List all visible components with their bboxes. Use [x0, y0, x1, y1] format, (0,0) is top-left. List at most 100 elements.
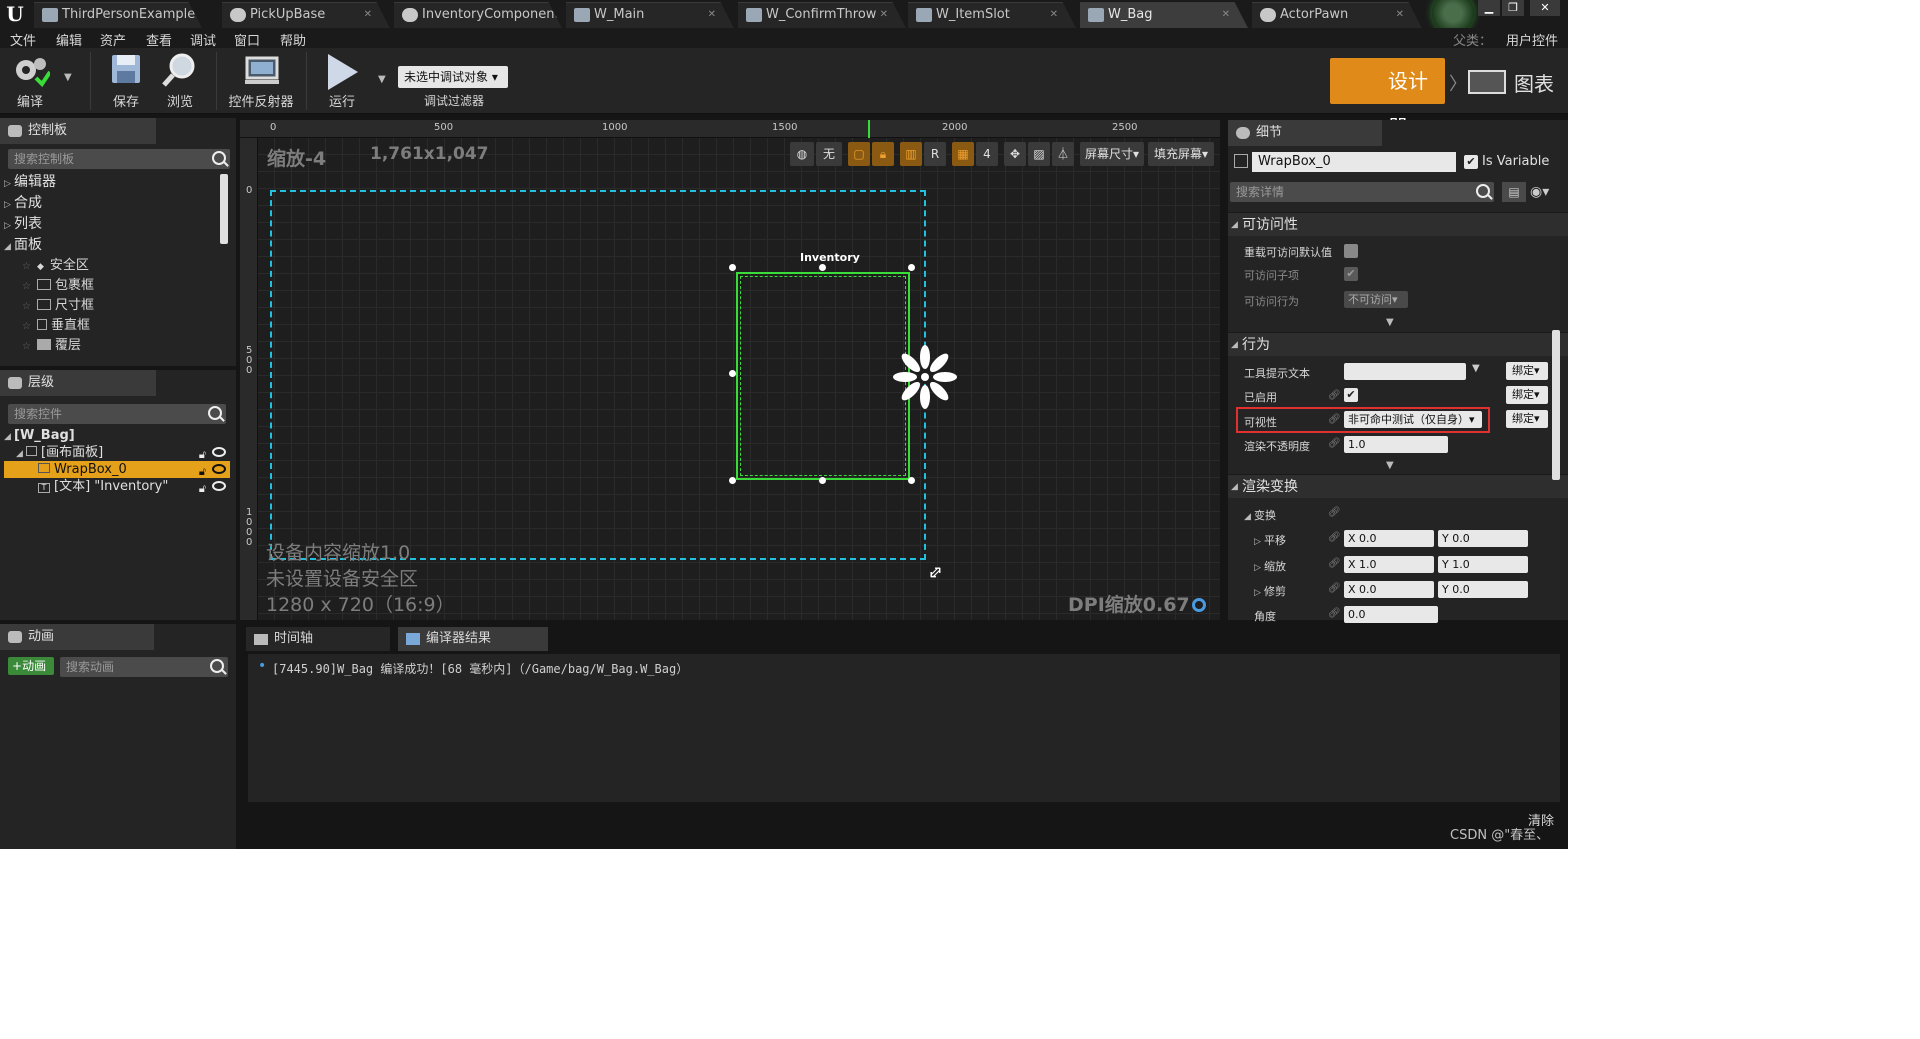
visibility-filter-eye-icon[interactable]: ◉▾: [1530, 182, 1562, 202]
tab-w-itemslot[interactable]: W_ItemSlot ✕: [908, 2, 1076, 28]
palette-tab[interactable]: 控制板: [0, 118, 156, 144]
scale-x-input[interactable]: X 1.0: [1344, 556, 1434, 573]
designer-canvas[interactable]: 0 500 1000 1500 2000 2500 0 500 1000 缩放-…: [240, 120, 1220, 620]
parent-class-link[interactable]: 用户控件: [1506, 34, 1558, 49]
tab-actorpawn[interactable]: ActorPawn ✕: [1252, 2, 1422, 28]
favorite-star-icon[interactable]: ☆: [22, 281, 31, 292]
translation-y-input[interactable]: Y 0.0: [1438, 530, 1528, 547]
hierarchy-search-input[interactable]: 搜索控件: [8, 404, 226, 424]
graph-mode-button[interactable]: 图表: [1468, 68, 1554, 97]
resize-handle[interactable]: [908, 264, 915, 271]
scale-y-input[interactable]: Y 1.0: [1438, 556, 1528, 573]
palette-category-composite[interactable]: ▷ 合成: [4, 193, 42, 213]
render-opacity-input[interactable]: 1.0: [1344, 436, 1448, 453]
palette-search-input[interactable]: 搜索控制板: [8, 149, 230, 169]
fill-screen-dropdown[interactable]: 填充屏幕▾: [1148, 142, 1214, 166]
resize-handle[interactable]: [729, 370, 736, 377]
resize-handle[interactable]: [729, 264, 736, 271]
close-icon[interactable]: ✕: [1050, 3, 1058, 27]
details-tab[interactable]: 细节: [1228, 120, 1382, 146]
screen-resize-icon[interactable]: ⇔: [923, 560, 949, 586]
lock-icon[interactable]: 🔓︎: [199, 480, 206, 497]
menu-help[interactable]: 帮助: [280, 30, 306, 49]
palette-category-editor[interactable]: ▷ 编辑器: [4, 172, 56, 192]
globe-icon[interactable]: ◍: [790, 142, 814, 166]
animation-search-input[interactable]: 搜索动画: [60, 657, 228, 677]
hierarchy-root[interactable]: ◢ [W_Bag]: [4, 427, 230, 444]
menu-asset[interactable]: 资产: [100, 30, 126, 49]
prop-translation[interactable]: ▷ 平移: [1254, 532, 1286, 548]
dpi-settings-gear-icon[interactable]: [1192, 598, 1206, 612]
wrapbox-widget[interactable]: [736, 272, 910, 480]
anchor-icon[interactable]: [890, 342, 960, 412]
tab-thirdpersonexamplemap[interactable]: ThirdPersonExampleMa: [34, 2, 202, 28]
screen-size-dropdown[interactable]: 屏幕尺寸▾: [1080, 142, 1144, 166]
outline-toggle-icon[interactable]: ▢: [848, 142, 870, 166]
widget-name-input[interactable]: WrapBox_0: [1252, 152, 1456, 172]
tab-inventorycomponent[interactable]: InventoryComponent: [394, 2, 562, 28]
is-variable-checkbox[interactable]: ✔: [1464, 155, 1478, 169]
eye-icon[interactable]: [212, 481, 226, 491]
grid-snap-icon[interactable]: ▦: [952, 142, 974, 166]
add-animation-button[interactable]: +动画: [8, 657, 54, 675]
transform-toggle-icon[interactable]: ▥: [900, 142, 922, 166]
animations-tab[interactable]: 动画: [0, 624, 154, 650]
property-matrix-icon[interactable]: ▤: [1502, 182, 1526, 202]
designer-mode-button[interactable]: 设计器: [1330, 58, 1445, 139]
tab-compiler-results[interactable]: 编译器结果: [398, 627, 548, 651]
prop-shear[interactable]: ▷ 修剪: [1254, 583, 1286, 599]
details-scrollbar[interactable]: [1552, 330, 1560, 480]
localization-none-button[interactable]: 无: [816, 142, 842, 166]
minimize-button[interactable]: ▁: [1478, 0, 1500, 16]
angle-input[interactable]: 0.0: [1344, 606, 1438, 623]
background-image-icon[interactable]: ▨: [1028, 142, 1050, 166]
grid-size-button[interactable]: 4: [976, 142, 998, 166]
favorite-star-icon[interactable]: ☆: [22, 321, 31, 332]
play-dropdown-icon[interactable]: ▼: [378, 74, 386, 85]
favorite-star-icon[interactable]: ☆: [22, 341, 31, 352]
resize-handle[interactable]: [908, 477, 915, 484]
play-button[interactable]: 运行: [318, 52, 366, 112]
close-icon[interactable]: ✕: [1396, 3, 1404, 27]
section-accessibility[interactable]: ◢ 可访问性: [1228, 212, 1568, 236]
palette-item-verticalbox[interactable]: ☆ 垂直框: [22, 316, 90, 336]
palette-item-wrapbox[interactable]: ☆ 包裹框: [22, 276, 94, 296]
menu-window[interactable]: 窗口: [234, 30, 260, 49]
hierarchy-row-text[interactable]: T [文本] "Inventory" 🔓︎: [4, 478, 230, 495]
save-button[interactable]: 保存: [104, 52, 148, 112]
palette-item-overlay[interactable]: ☆ 覆层: [22, 336, 81, 356]
maximize-button[interactable]: ❐: [1502, 0, 1524, 16]
shear-y-input[interactable]: Y 0.0: [1438, 581, 1528, 598]
eye-icon[interactable]: [212, 447, 226, 457]
visibility-select[interactable]: 非可命中测试（仅自身）▾: [1344, 411, 1482, 428]
is-enabled-checkbox[interactable]: ✔: [1344, 388, 1358, 402]
compile-button[interactable]: 编译: [6, 52, 54, 112]
tab-timeline[interactable]: 时间轴: [246, 627, 390, 651]
browse-button[interactable]: 浏览: [156, 52, 204, 112]
relative-mode-button[interactable]: R: [924, 142, 946, 166]
tooltip-text-input[interactable]: [1344, 363, 1466, 380]
tab-w-main[interactable]: W_Main ✕: [566, 2, 734, 28]
override-accessible-checkbox[interactable]: [1344, 244, 1358, 258]
details-search-input[interactable]: 搜索详情: [1230, 182, 1494, 202]
pan-icon[interactable]: ✥: [1004, 142, 1026, 166]
close-icon[interactable]: ✕: [708, 3, 716, 27]
tooltip-bind-button[interactable]: 绑定▾: [1506, 362, 1548, 380]
close-icon[interactable]: ✕: [880, 3, 888, 27]
menu-file[interactable]: 文件: [10, 30, 36, 49]
mirror-icon[interactable]: ⏃: [1052, 142, 1074, 166]
menu-edit[interactable]: 编辑: [56, 30, 82, 49]
inventory-text-widget[interactable]: Inventory: [800, 251, 860, 264]
favorite-star-icon[interactable]: ☆: [22, 261, 31, 272]
favorite-star-icon[interactable]: ☆: [22, 301, 31, 312]
hierarchy-row-canvas-panel[interactable]: ◢ [画布面板] 🔓︎: [4, 444, 230, 461]
menu-debug[interactable]: 调试: [190, 30, 216, 49]
hierarchy-row-wrapbox[interactable]: WrapBox_0 🔓︎: [4, 461, 230, 478]
palette-item-safezone[interactable]: ☆ ◆ 安全区: [22, 256, 89, 276]
resize-handle[interactable]: [819, 264, 826, 271]
compile-dropdown-icon[interactable]: ▼: [64, 72, 72, 83]
tab-w-confirmthrow[interactable]: W_ConfirmThrow ✕: [738, 2, 906, 28]
enabled-bind-button[interactable]: 绑定▾: [1506, 386, 1548, 404]
close-icon[interactable]: ✕: [364, 3, 372, 27]
close-icon[interactable]: ✕: [1222, 3, 1230, 27]
